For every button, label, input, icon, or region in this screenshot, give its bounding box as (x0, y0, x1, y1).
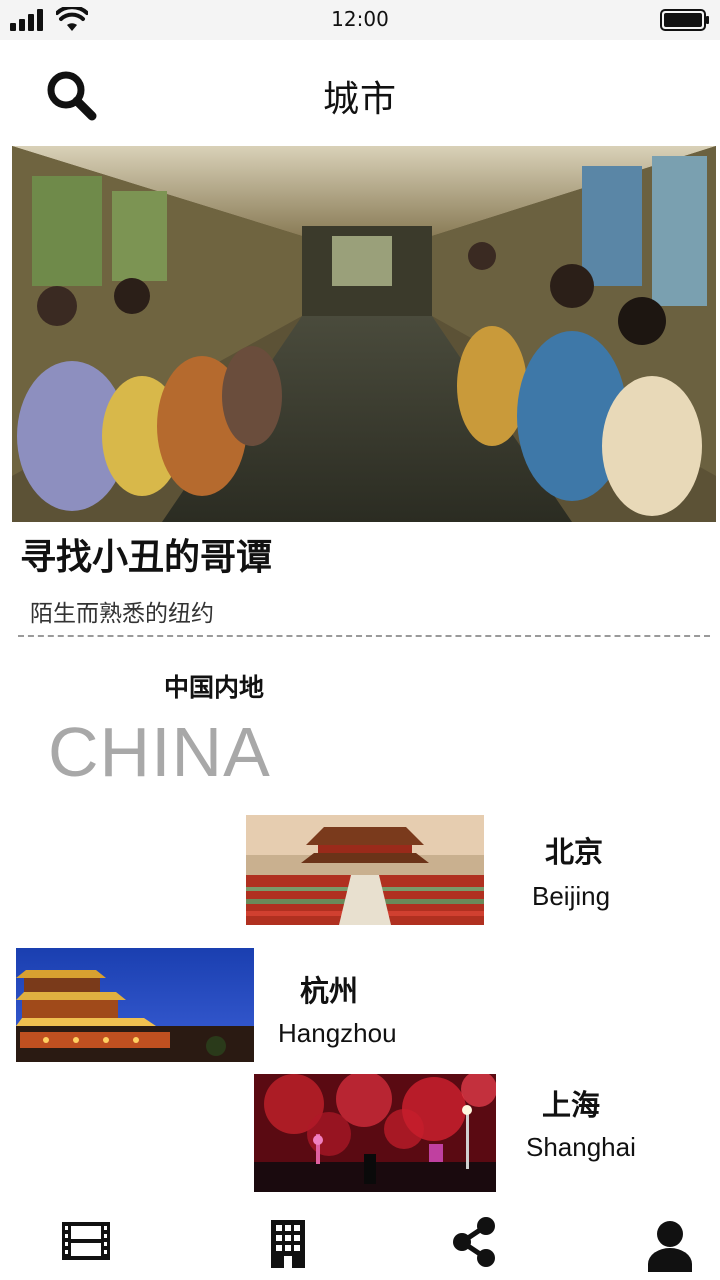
status-bar: 12:00 (0, 0, 720, 40)
film-icon (62, 1222, 110, 1260)
night-pagoda-photo (16, 948, 254, 1062)
bottom-tab-bar (0, 1200, 720, 1280)
page-title: 城市 (322, 79, 397, 120)
tab-film[interactable] (46, 1214, 126, 1274)
city-name-cn-shanghai: 上海 (542, 1088, 601, 1122)
building-icon (271, 1220, 305, 1268)
city-name-cn-hangzhou: 杭州 (300, 974, 359, 1008)
city-card-hangzhou[interactable]: 杭州 Hangzhou (0, 948, 720, 1062)
city-card-shanghai[interactable]: 上海 Shanghai (0, 1074, 720, 1192)
app-screen: 12:00 城市 寻找小丑的哥谭 陌生而熟悉的纽约 中国内地 CHINA 北京 … (0, 0, 720, 1280)
city-name-cn-beijing: 北京 (545, 835, 604, 869)
tab-profile[interactable] (630, 1214, 710, 1274)
hero-title[interactable]: 寻找小丑的哥谭 (20, 528, 272, 580)
city-name-en-shanghai: Shanghai (526, 1132, 636, 1162)
city-image-shanghai (254, 1074, 496, 1192)
hero-subtitle: 陌生而熟悉的纽约 (30, 601, 214, 627)
city-image-hangzhou (16, 948, 254, 1062)
tab-share[interactable] (434, 1214, 514, 1274)
user-icon (648, 1221, 692, 1272)
forbidden-city-photo (246, 815, 484, 925)
section-title-cn: 中国内地 (164, 673, 265, 702)
hero-image[interactable] (12, 146, 716, 522)
city-name-en-beijing: Beijing (532, 881, 611, 911)
city-name-en-hangzhou: Hangzhou (278, 1018, 397, 1048)
dashed-divider (18, 635, 710, 637)
app-header: 城市 (0, 40, 720, 145)
city-image-beijing (246, 815, 484, 925)
section-title-en: CHINA (48, 713, 271, 791)
train-carriage-photo (12, 146, 716, 522)
share-icon (453, 1217, 495, 1267)
status-time: 12:00 (331, 7, 389, 31)
city-card-beijing[interactable]: 北京 Beijing (0, 815, 720, 927)
tab-city[interactable] (248, 1214, 328, 1274)
battery-icon (660, 9, 709, 31)
fireworks-skyline-photo (254, 1074, 496, 1192)
